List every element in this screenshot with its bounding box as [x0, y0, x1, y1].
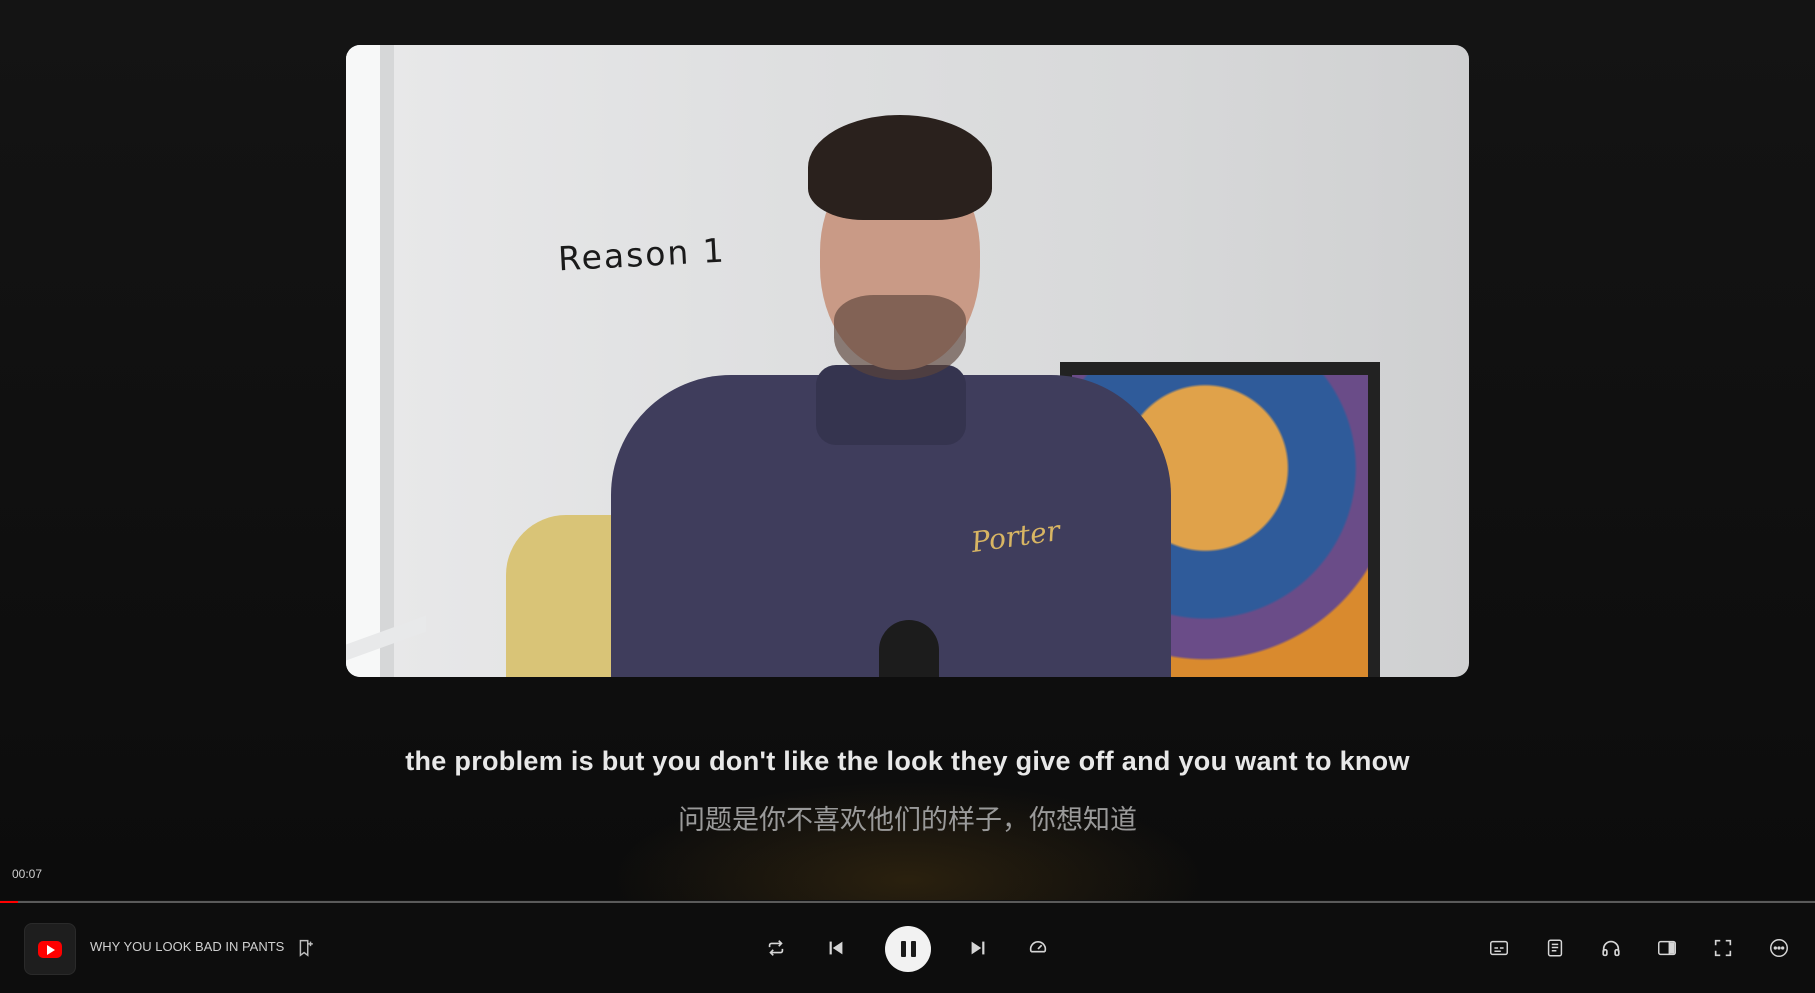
- previous-button[interactable]: [821, 933, 851, 963]
- fullscreen-button[interactable]: [1708, 933, 1738, 963]
- pause-button[interactable]: [885, 926, 931, 972]
- captions-icon: [1490, 940, 1508, 956]
- audio-button[interactable]: [1596, 933, 1626, 963]
- source-button[interactable]: [24, 923, 76, 975]
- captions-button[interactable]: [1484, 933, 1514, 963]
- sidebar-button[interactable]: [1652, 933, 1682, 963]
- player-stage: Porter Reason 1 the problem is but you d…: [0, 0, 1815, 900]
- window-light: [346, 45, 380, 677]
- video-title: WHY YOU LOOK BAD IN PANTS: [90, 939, 285, 954]
- headphones-icon: [1602, 940, 1620, 957]
- pause-icon: [900, 941, 906, 957]
- previous-icon: [829, 941, 843, 955]
- speed-icon: [1029, 941, 1047, 953]
- video-overlay-text: Reason 1: [557, 230, 727, 279]
- speed-button[interactable]: [1023, 933, 1053, 963]
- person-hair: [808, 115, 992, 220]
- transcript-button[interactable]: [1540, 933, 1570, 963]
- more-icon: [1770, 939, 1788, 957]
- more-button[interactable]: [1764, 933, 1794, 963]
- fullscreen-icon: [1714, 939, 1732, 957]
- sidebar-icon: [1658, 940, 1676, 956]
- youtube-icon: [38, 940, 62, 958]
- next-button[interactable]: [963, 933, 993, 963]
- microphone: [879, 620, 939, 677]
- bookmark-add-icon: [299, 939, 313, 957]
- video-frame[interactable]: Porter Reason 1: [346, 45, 1469, 677]
- bookmark-button[interactable]: [290, 933, 320, 963]
- window-frame: [380, 45, 394, 677]
- person-beard: [834, 295, 966, 380]
- control-bar: WHY YOU LOOK BAD IN PANTS: [0, 903, 1815, 993]
- subtitle-english: the problem is but you don't like the lo…: [405, 746, 1410, 776]
- transcript-icon: [1547, 939, 1563, 957]
- subtitle-chinese: 问题是你不喜欢他们的样子，你想知道: [678, 805, 1137, 836]
- repeat-icon: [768, 940, 784, 956]
- current-time: 00:07: [12, 867, 43, 881]
- repeat-button[interactable]: [761, 933, 791, 963]
- next-icon: [971, 941, 985, 955]
